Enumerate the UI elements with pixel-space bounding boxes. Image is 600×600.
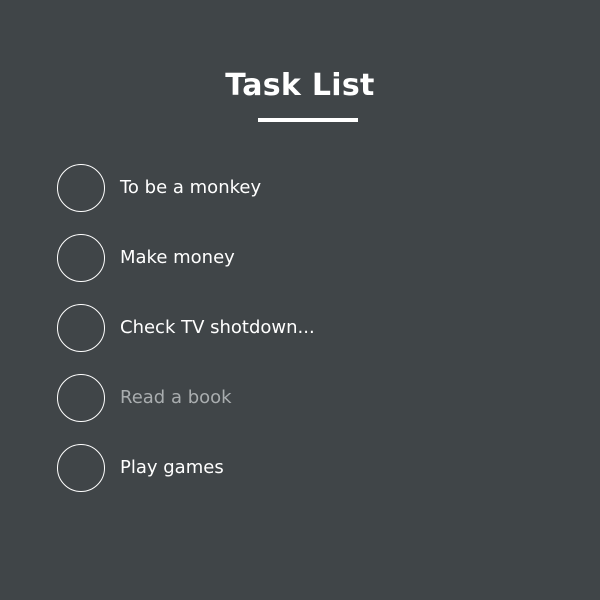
task-item-1[interactable]: Make money [57,233,315,283]
task-list-app: Task List To be a monkey Make money Chec… [0,0,600,600]
title-underline [258,118,358,122]
task-label: To be a monkey [120,177,262,198]
task-label: Read a book [120,387,232,408]
checkbox-circle-icon[interactable] [57,164,105,212]
task-label: Make money [120,247,235,268]
task-item-4[interactable]: Play games [57,443,315,493]
task-item-3[interactable]: Read a book [57,373,315,423]
checkbox-circle-icon[interactable] [57,374,105,422]
task-item-2[interactable]: Check TV shotdown... [57,303,315,353]
checkbox-circle-icon[interactable] [57,304,105,352]
task-label: Check TV shotdown... [120,317,315,338]
page-title: Task List [225,68,375,104]
checkbox-circle-icon[interactable] [57,444,105,492]
task-item-0[interactable]: To be a monkey [57,163,315,213]
task-list: To be a monkey Make money Check TV shotd… [57,163,315,513]
checkbox-circle-icon[interactable] [57,234,105,282]
task-label: Play games [120,457,224,478]
